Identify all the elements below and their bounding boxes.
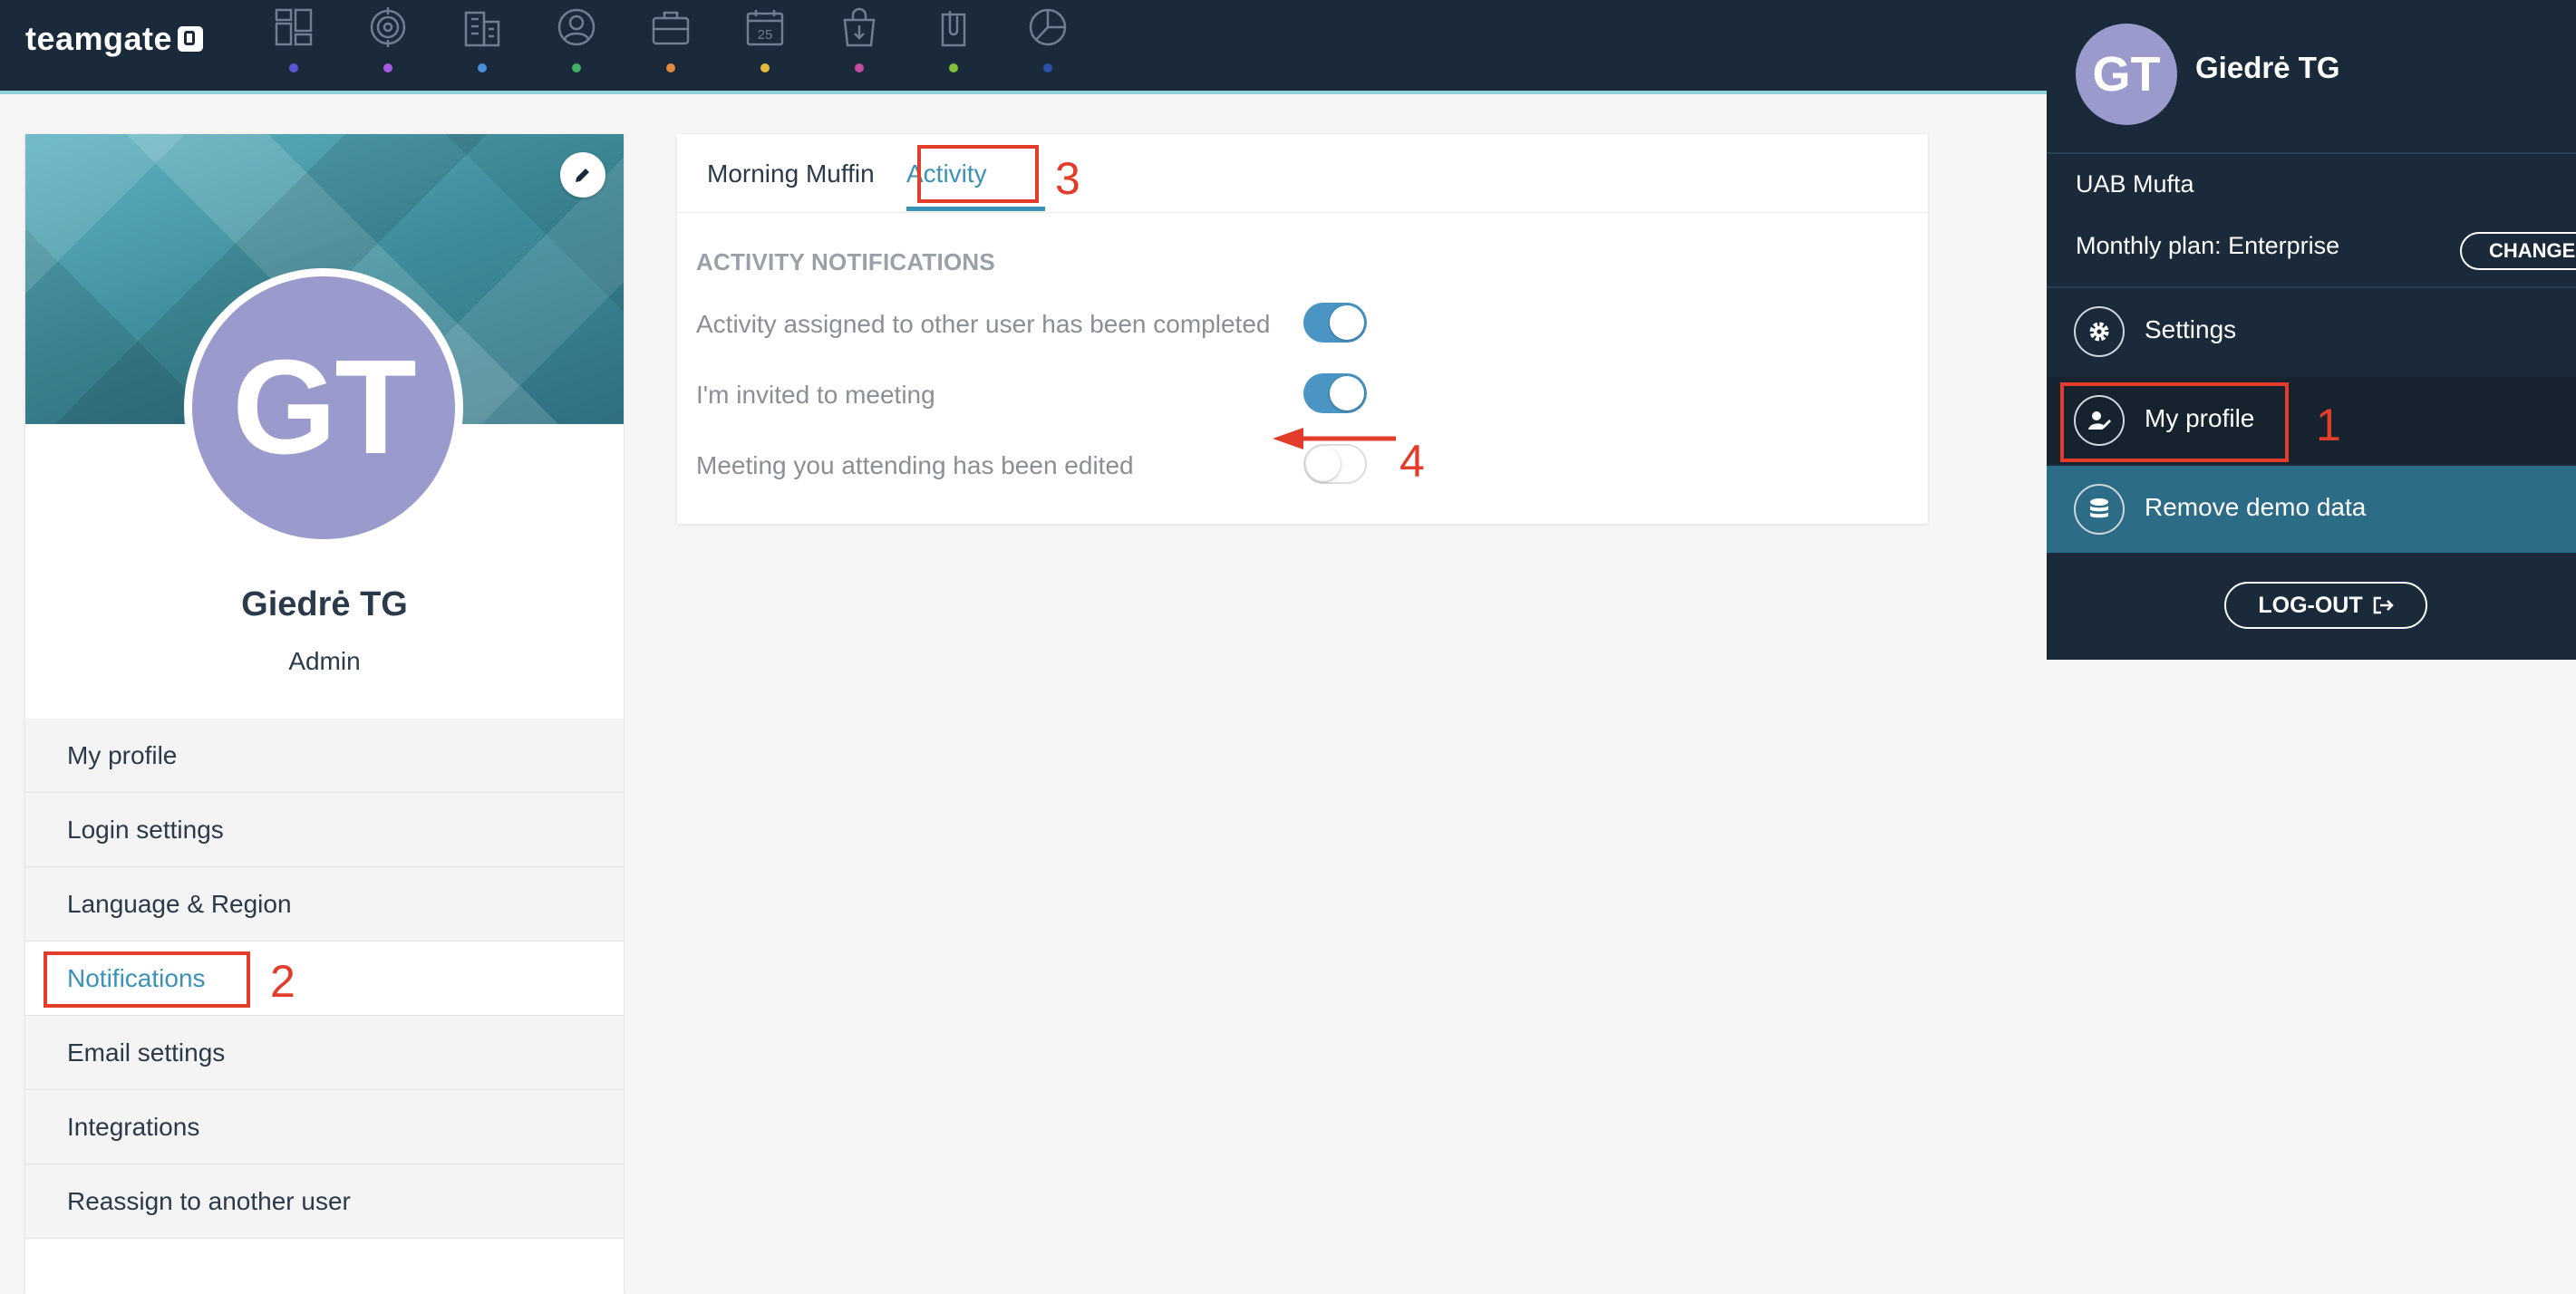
attachments-icon bbox=[941, 11, 966, 47]
nav-sales[interactable] bbox=[830, 5, 925, 78]
nav-dot bbox=[383, 63, 392, 72]
annotation-step-4: 4 bbox=[1399, 436, 1425, 487]
setting-label: Activity assigned to other user has been… bbox=[696, 310, 1271, 338]
teamgate-logo[interactable]: teamgate bbox=[25, 20, 204, 58]
nav-dashboard[interactable] bbox=[265, 5, 359, 78]
dropdown-user-name: Giedrė TG bbox=[2195, 51, 2340, 84]
setting-label: Meeting you attending has been edited bbox=[696, 451, 1134, 479]
notifications-panel: Morning Muffin Activity ACTIVITY NOTIFIC… bbox=[677, 134, 1928, 524]
toggle-knob bbox=[1330, 376, 1364, 410]
annotation-step-2: 2 bbox=[270, 956, 295, 1007]
annotation-arrow-icon bbox=[1273, 428, 1396, 449]
nav-reports[interactable] bbox=[1019, 5, 1113, 78]
svg-text:25: 25 bbox=[758, 27, 773, 43]
dropdown-item-settings[interactable]: Settings bbox=[2047, 288, 2576, 375]
annotation-box-activity-tab bbox=[917, 145, 1039, 203]
annotation-box-notifications bbox=[44, 951, 250, 1008]
dropdown-item-label: Remove demo data bbox=[2145, 493, 2367, 521]
setting-row: Activity assigned to other user has been… bbox=[696, 297, 1874, 352]
logo-mark-icon bbox=[178, 26, 204, 52]
logout-button[interactable]: LOG-OUT bbox=[2224, 582, 2427, 629]
reports-icon bbox=[1029, 8, 1067, 46]
nav-dot bbox=[572, 63, 581, 72]
sales-icon bbox=[843, 7, 876, 47]
company-name: UAB Mufta bbox=[2076, 170, 2194, 198]
pencil-icon bbox=[576, 169, 589, 182]
menu-item-language-region[interactable]: Language & Region bbox=[25, 867, 624, 942]
profile-avatar[interactable]: GT bbox=[184, 268, 463, 547]
profile-role: Admin bbox=[288, 647, 361, 675]
menu-item-my-profile[interactable]: My profile bbox=[25, 719, 624, 793]
user-dropdown-menu: GT Giedrė TG UAB Mufta Monthly plan: Ent… bbox=[2047, 0, 2576, 660]
edit-cover-button[interactable] bbox=[560, 152, 605, 198]
annotation-step-1: 1 bbox=[2316, 400, 2341, 450]
menu-item-login-settings[interactable]: Login settings bbox=[25, 793, 624, 867]
tab-morning-muffin[interactable]: Morning Muffin bbox=[707, 134, 875, 212]
nav-attachments[interactable] bbox=[925, 5, 1019, 78]
active-tab-indicator bbox=[906, 207, 1045, 211]
toggle-switch-on[interactable] bbox=[1303, 373, 1367, 413]
menu-item-integrations[interactable]: Integrations bbox=[25, 1090, 624, 1164]
deals-icon bbox=[652, 11, 690, 45]
setting-label: I'm invited to meeting bbox=[696, 381, 935, 409]
change-plan-button[interactable]: CHANGE bbox=[2460, 232, 2576, 270]
toggle-switch-on[interactable] bbox=[1303, 303, 1367, 343]
nav-dot bbox=[289, 63, 298, 72]
section-title: ACTIVITY NOTIFICATIONS bbox=[696, 248, 995, 275]
menu-item-reassign[interactable]: Reassign to another user bbox=[25, 1164, 624, 1239]
profile-card: GT Giedrė TG Admin My profile Login sett… bbox=[25, 134, 624, 1294]
dropdown-avatar: GT bbox=[2076, 24, 2177, 125]
companies-icon bbox=[464, 11, 500, 47]
logout-icon bbox=[2373, 596, 2394, 614]
people-icon bbox=[557, 8, 596, 46]
nav-deals[interactable] bbox=[642, 5, 736, 78]
plan-name: Monthly plan: Enterprise bbox=[2076, 232, 2340, 259]
setting-row: I'm invited to meeting bbox=[696, 368, 1874, 422]
dropdown-item-label: Settings bbox=[2145, 315, 2237, 343]
nav-dot bbox=[949, 63, 958, 72]
dashboard-icon bbox=[275, 8, 313, 46]
annotation-box-my-profile bbox=[2060, 382, 2289, 462]
nav-companies[interactable] bbox=[453, 5, 547, 78]
divider bbox=[2047, 152, 2576, 154]
nav-leads[interactable] bbox=[359, 5, 453, 78]
nav-dot bbox=[760, 63, 770, 72]
notification-tabs: Morning Muffin Activity bbox=[677, 134, 1928, 213]
calendar-icon: 25 bbox=[746, 10, 784, 46]
nav-dot bbox=[478, 63, 487, 72]
nav-calendar[interactable]: 25 bbox=[736, 5, 830, 78]
nav-people[interactable] bbox=[547, 5, 642, 78]
menu-item-email-settings[interactable]: Email settings bbox=[25, 1016, 624, 1090]
annotation-step-3: 3 bbox=[1055, 153, 1080, 204]
nav-dot bbox=[855, 63, 864, 72]
dropdown-item-remove-demo-data[interactable]: Remove demo data bbox=[2047, 466, 2576, 553]
database-icon bbox=[2074, 484, 2125, 535]
toggle-knob bbox=[1330, 305, 1364, 340]
nav-dot bbox=[1043, 63, 1052, 72]
main-nav: 25 bbox=[265, 5, 1113, 78]
nav-dot bbox=[666, 63, 675, 72]
gear-icon bbox=[2074, 306, 2125, 357]
target-icon bbox=[370, 7, 406, 47]
profile-name: Giedrė TG bbox=[241, 585, 408, 623]
